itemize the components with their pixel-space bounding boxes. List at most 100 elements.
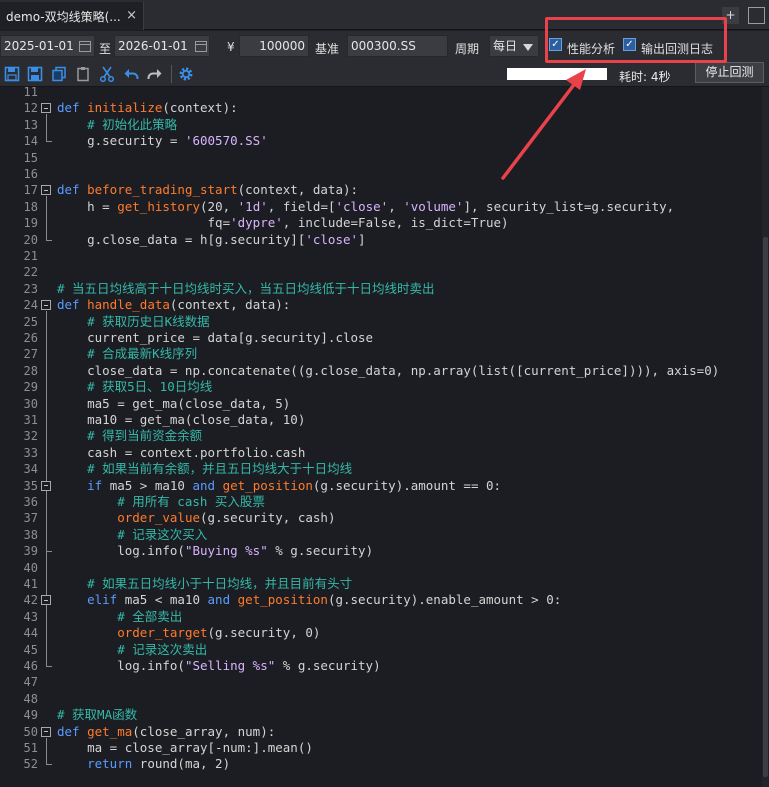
code-text: order_target(g.security, 0) bbox=[57, 625, 320, 641]
undo-icon[interactable] bbox=[123, 66, 139, 82]
fold-toggle-icon[interactable] bbox=[41, 185, 51, 196]
code-line[interactable]: 15 bbox=[0, 150, 762, 166]
code-text: # 获取历史日K线数据 bbox=[57, 314, 210, 330]
fold-guide bbox=[46, 491, 47, 552]
cut-icon[interactable] bbox=[99, 66, 115, 82]
code-line[interactable]: 52 return round(ma, 2) bbox=[0, 756, 762, 772]
code-line[interactable]: 44 order_target(g.security, 0) bbox=[0, 625, 762, 641]
fold-toggle-icon[interactable] bbox=[41, 595, 51, 606]
code-line[interactable]: 38 # 记录这次买入 bbox=[0, 527, 762, 543]
fold-toggle-icon[interactable] bbox=[41, 103, 51, 114]
stop-backtest-button[interactable]: 停止回测 bbox=[695, 62, 764, 83]
string-token: 'close' bbox=[335, 198, 389, 214]
code-token: ma5 > ma10 bbox=[102, 477, 193, 493]
code-token: ], security_list=g.security, bbox=[463, 198, 675, 214]
save-icon[interactable] bbox=[4, 66, 20, 82]
code-line[interactable]: 32 # 得到当前资金余额 bbox=[0, 428, 762, 444]
code-line[interactable]: 46 log.info("Selling %s" % g.security) bbox=[0, 658, 762, 674]
code-text: # 得到当前资金余额 bbox=[57, 428, 202, 444]
code-line[interactable]: 45 # 记录这次卖出 bbox=[0, 642, 762, 658]
code-line[interactable]: 48 bbox=[0, 691, 762, 707]
line-number: 23 bbox=[23, 281, 38, 296]
line-number: 45 bbox=[23, 642, 38, 657]
code-line[interactable]: 40 bbox=[0, 560, 762, 576]
code-line[interactable]: 49 # 获取MA函数 bbox=[0, 707, 762, 723]
code-line[interactable]: 41 # 如果五日均线小于十日均线，并且目前有头寸 bbox=[0, 576, 762, 592]
toolbar: 耗时: 4秒 停止回测 bbox=[0, 61, 769, 87]
scrollbar-thumb[interactable] bbox=[763, 237, 768, 777]
code-line[interactable]: 17 def before_trading_start(context, data… bbox=[0, 182, 762, 198]
code-token: (context, data): bbox=[237, 182, 359, 198]
copy-icon[interactable] bbox=[51, 66, 67, 82]
tab-close-icon[interactable]: × bbox=[126, 8, 137, 23]
comment-token: # 合成最新K线序列 bbox=[87, 346, 198, 362]
code-line[interactable]: 25 # 获取历史日K线数据 bbox=[0, 314, 762, 330]
code-line[interactable]: 27 # 合成最新K线序列 bbox=[0, 346, 762, 362]
fold-toggle-icon[interactable] bbox=[41, 480, 51, 491]
line-number: 14 bbox=[23, 134, 38, 149]
code-line[interactable]: 37 order_value(g.security, cash) bbox=[0, 510, 762, 526]
fold-toggle-icon[interactable] bbox=[41, 726, 51, 737]
line-number: 32 bbox=[23, 429, 38, 444]
code-line[interactable]: 14 g.security = '600570.SS' bbox=[0, 133, 762, 149]
code-text: g.close_data = h[g.security]['close'] bbox=[57, 232, 365, 248]
code-line[interactable]: 36 # 用所有 cash 买入股票 bbox=[0, 494, 762, 510]
code-line[interactable]: 13 # 初始化此策略 bbox=[0, 117, 762, 133]
start-date-field[interactable]: 2025-01-01 bbox=[0, 35, 95, 57]
code-line[interactable]: 42 elif ma5 < ma10 and get_position(g.se… bbox=[0, 592, 762, 608]
code-line[interactable]: 18 h = get_history(20, '1d', field=['clo… bbox=[0, 199, 762, 215]
code-token: ma5 < ma10 bbox=[117, 592, 208, 608]
settings-icon[interactable] bbox=[178, 66, 194, 82]
frequency-select[interactable]: 每日 bbox=[489, 35, 539, 57]
code-line[interactable]: 51 ma = close_array[-num:].mean() bbox=[0, 740, 762, 756]
code-editor[interactable]: 11 12 def initialize(context): 13 # 初始化此策略 1… bbox=[0, 87, 769, 787]
comment-token: # 得到当前资金余额 bbox=[87, 428, 203, 444]
code-line[interactable]: 22 bbox=[0, 264, 762, 280]
code-line[interactable]: 47 bbox=[0, 674, 762, 690]
code-line[interactable]: 39 log.info("Buying %s" % g.security) bbox=[0, 543, 762, 559]
code-line[interactable]: 31 ma10 = get_ma(close_data, 10) bbox=[0, 412, 762, 428]
code-token: fq= bbox=[57, 215, 231, 231]
paste-icon[interactable] bbox=[75, 66, 91, 82]
save-as-icon[interactable] bbox=[27, 66, 43, 82]
maximize-icon[interactable] bbox=[748, 7, 765, 24]
line-number: 44 bbox=[23, 626, 38, 641]
end-date-field[interactable]: 2026-01-01 bbox=[114, 35, 210, 57]
code-line[interactable]: 11 bbox=[0, 87, 762, 100]
code-line[interactable]: 28 close_data = np.concatenate((g.close_… bbox=[0, 363, 762, 379]
code-line[interactable]: 43 # 全部卖出 bbox=[0, 609, 762, 625]
function-token: initialize bbox=[87, 100, 163, 116]
code-line[interactable]: 16 bbox=[0, 166, 762, 182]
toolbar-divider bbox=[171, 65, 172, 83]
calendar-icon[interactable] bbox=[79, 41, 91, 52]
calendar-icon[interactable] bbox=[195, 41, 207, 52]
code-line[interactable]: 34 # 如果当前有余额，并且五日均线大于十日均线 bbox=[0, 461, 762, 477]
line-number: 25 bbox=[23, 314, 38, 329]
code-line[interactable]: 30 ma5 = get_ma(close_data, 5) bbox=[0, 396, 762, 412]
code-text: log.info("Buying %s" % g.security) bbox=[57, 543, 373, 559]
code-line[interactable]: 19 fq='dypre', include=False, is_dict=Tr… bbox=[0, 215, 762, 231]
code-line[interactable]: 12 def initialize(context): bbox=[0, 100, 762, 116]
code-line[interactable]: 24 def handle_data(context, data): bbox=[0, 297, 762, 313]
code-line[interactable]: 35 if ma5 > ma10 and get_position(g.secu… bbox=[0, 478, 762, 494]
redo-icon[interactable] bbox=[147, 66, 163, 82]
benchmark-input[interactable]: 000300.SS bbox=[347, 35, 448, 57]
code-text: # 记录这次买入 bbox=[57, 527, 207, 543]
code-line[interactable]: 50 def get_ma(close_array, num): bbox=[0, 724, 762, 740]
code-line[interactable]: 23 # 当五日均线高于十日均线时买入，当五日均线低于十日均线时卖出 bbox=[0, 281, 762, 297]
capital-input[interactable]: 100000 bbox=[239, 35, 309, 57]
string-token: '600570.SS' bbox=[184, 133, 268, 149]
fold-toggle-icon[interactable] bbox=[41, 300, 51, 311]
code-line[interactable]: 33 cash = context.portfolio.cash bbox=[0, 445, 762, 461]
code-line[interactable]: 21 bbox=[0, 248, 762, 264]
code-line[interactable]: 26 current_price = data[g.security].clos… bbox=[0, 330, 762, 346]
code-line[interactable]: 20 g.close_data = h[g.security]['close'] bbox=[0, 232, 762, 248]
code-line[interactable]: 29 # 获取5日、10日均线 bbox=[0, 379, 762, 395]
tab-strategy[interactable]: demo-双均线策略(... × bbox=[0, 2, 144, 30]
function-token: before_trading_start bbox=[87, 182, 238, 198]
